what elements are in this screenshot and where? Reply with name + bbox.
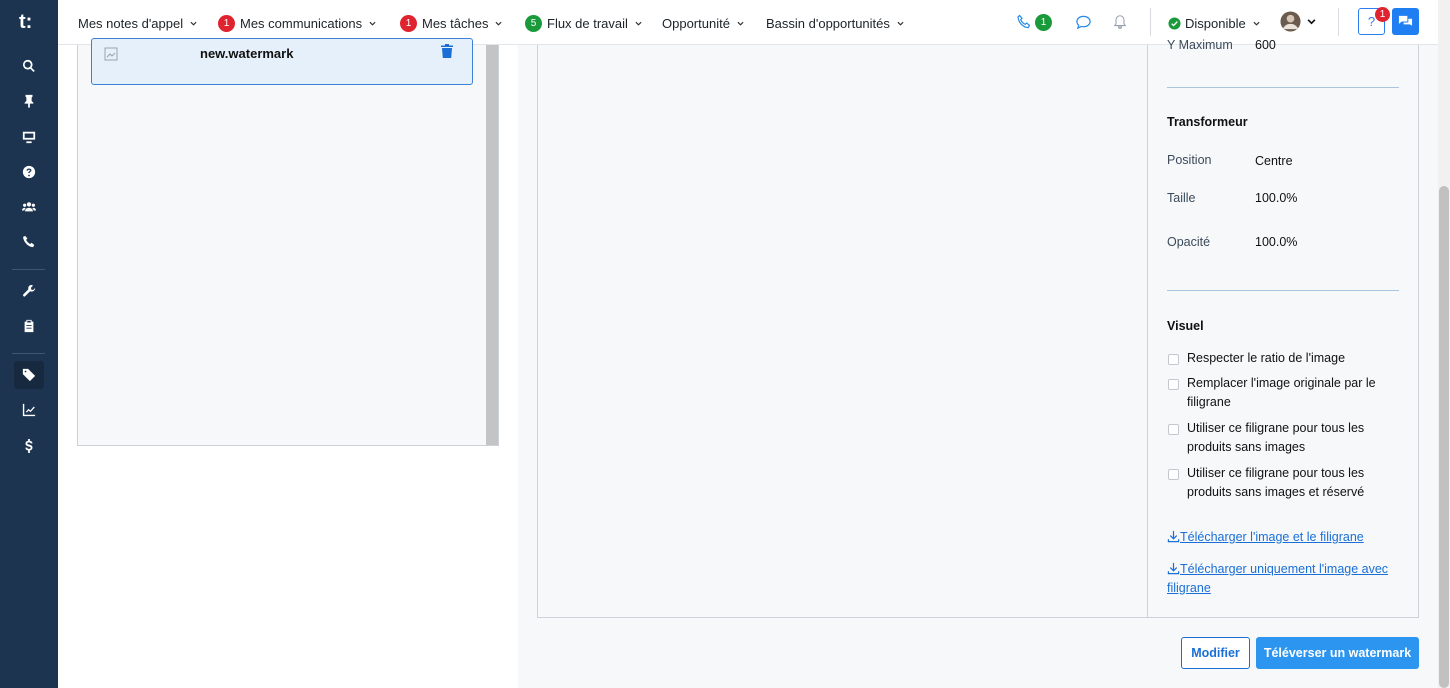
search-icon[interactable] xyxy=(14,52,44,80)
chat-bubble-icon[interactable] xyxy=(1074,13,1092,31)
checkbox-keep-ratio[interactable]: Respecter le ratio de l'image xyxy=(1168,351,1387,368)
y-max-value: 600 xyxy=(1255,38,1276,52)
help-circle-icon[interactable] xyxy=(14,158,44,186)
users-icon[interactable] xyxy=(14,193,44,221)
left-sidebar: t: xyxy=(0,0,58,688)
chevron-down-icon xyxy=(635,21,642,26)
sidebar-divider xyxy=(12,353,45,354)
nav-tasks[interactable]: 1 Mes tâches xyxy=(400,14,503,32)
status-dropdown[interactable]: Disponible xyxy=(1168,14,1260,32)
help-label: ? xyxy=(1367,14,1376,29)
sidebar-divider xyxy=(12,269,45,270)
download-icon xyxy=(1167,530,1180,543)
transformer-title: Transformeur xyxy=(1167,115,1248,129)
checkbox[interactable] xyxy=(1168,424,1179,435)
user-menu[interactable] xyxy=(1280,10,1316,32)
list-scrollbar[interactable] xyxy=(486,45,498,445)
chevron-down-icon xyxy=(737,21,744,26)
phone-status[interactable]: 1 xyxy=(1016,13,1057,31)
clipboard-icon[interactable] xyxy=(14,312,44,340)
opacity-label: Opacité xyxy=(1167,235,1211,249)
size-value: 100.0% xyxy=(1255,191,1298,205)
modify-button[interactable]: Modifier xyxy=(1181,637,1250,669)
checkbox[interactable] xyxy=(1168,354,1179,365)
chevron-down-icon xyxy=(1307,18,1316,24)
watermark-name: new.watermark xyxy=(200,46,294,61)
count-badge: 1 xyxy=(218,14,235,32)
size-label: Taille xyxy=(1167,191,1196,205)
link-label: Télécharger uniquement l'image avec fili… xyxy=(1167,562,1389,595)
position-label: Position xyxy=(1167,153,1212,167)
visual-title: Visuel xyxy=(1167,319,1204,333)
chevron-down-icon xyxy=(190,21,197,26)
trash-icon[interactable] xyxy=(441,44,453,58)
navbar-divider xyxy=(1338,8,1339,36)
window-scrollbar-thumb[interactable] xyxy=(1439,186,1449,688)
nav-label: Mes tâches xyxy=(422,15,489,31)
checkbox[interactable] xyxy=(1168,469,1179,480)
nav-call-notes[interactable]: Mes notes d'appel xyxy=(78,14,197,32)
status-label: Disponible xyxy=(1185,15,1246,31)
checkbox-use-for-no-image-reserved[interactable]: Utiliser ce filigrane pour tous les prod… xyxy=(1168,466,1387,502)
messages-icon xyxy=(1398,15,1413,26)
avatar xyxy=(1280,10,1301,32)
chart-line-icon[interactable] xyxy=(14,396,44,424)
dollar-icon[interactable] xyxy=(14,432,44,460)
nav-label: Bassin d'opportunités xyxy=(766,15,890,31)
check-circle-icon xyxy=(1168,16,1181,30)
phone-icon xyxy=(1017,14,1031,29)
download-icon xyxy=(1167,562,1180,575)
wrench-icon[interactable] xyxy=(14,277,44,305)
list-item[interactable]: new.watermark xyxy=(91,38,473,85)
tag-icon[interactable] xyxy=(14,361,44,389)
bell-icon[interactable] xyxy=(1111,13,1129,31)
nav-opportunity[interactable]: Opportunité xyxy=(662,14,744,32)
link-label: Télécharger l'image et le filigrane xyxy=(1180,530,1364,544)
watermark-list xyxy=(77,45,499,446)
nav-label: Opportunité xyxy=(662,15,730,31)
section-divider xyxy=(1167,87,1399,88)
checkbox[interactable] xyxy=(1168,379,1179,390)
checkbox-label: Respecter le ratio de l'image xyxy=(1187,351,1346,365)
opacity-value: 100.0% xyxy=(1255,235,1298,249)
help-button[interactable]: ? 1 xyxy=(1358,7,1390,35)
count-badge: 1 xyxy=(1375,7,1390,22)
nav-label: Mes communications xyxy=(240,15,363,31)
navbar-divider xyxy=(1150,8,1151,36)
chevron-down-icon xyxy=(897,21,904,26)
nav-label: Mes notes d'appel xyxy=(78,15,184,31)
upload-watermark-button[interactable]: Téléverser un watermark xyxy=(1256,637,1419,669)
chevron-down-icon xyxy=(1253,21,1260,26)
checkbox-label: Remplacer l'image originale par le filig… xyxy=(1187,376,1376,409)
count-badge: 5 xyxy=(525,14,542,32)
nav-workflow[interactable]: 5 Flux de travail xyxy=(525,14,642,32)
app-logo[interactable]: t: xyxy=(19,11,41,33)
chevron-down-icon xyxy=(495,21,503,26)
count-badge: 1 xyxy=(400,14,417,32)
section-divider xyxy=(1167,290,1399,291)
checkbox-label: Utiliser ce filigrane pour tous les prod… xyxy=(1187,466,1365,499)
checkbox-label: Utiliser ce filigrane pour tous les prod… xyxy=(1187,421,1365,454)
download-image-only-link[interactable]: Télécharger uniquement l'image avec fili… xyxy=(1167,560,1407,598)
messages-button[interactable] xyxy=(1392,8,1419,35)
y-max-label: Y Maximum xyxy=(1167,38,1233,52)
count-badge: 1 xyxy=(1035,13,1052,31)
pin-icon[interactable] xyxy=(14,87,44,115)
nav-label: Flux de travail xyxy=(547,15,628,31)
broken-image-icon xyxy=(104,47,118,61)
monitor-icon[interactable] xyxy=(14,123,44,151)
position-value: Centre xyxy=(1255,154,1293,168)
nav-opportunity-pool[interactable]: Bassin d'opportunités xyxy=(766,14,904,32)
nav-communications[interactable]: 1 Mes communications xyxy=(218,14,376,32)
download-image-and-watermark-link[interactable]: Télécharger l'image et le filigrane xyxy=(1167,528,1407,547)
watermark-preview xyxy=(537,45,1148,618)
chevron-down-icon xyxy=(369,21,376,26)
checkbox-use-for-no-image[interactable]: Utiliser ce filigrane pour tous les prod… xyxy=(1168,421,1387,457)
phone-icon[interactable] xyxy=(14,228,44,256)
checkbox-replace-original[interactable]: Remplacer l'image originale par le filig… xyxy=(1168,376,1387,412)
